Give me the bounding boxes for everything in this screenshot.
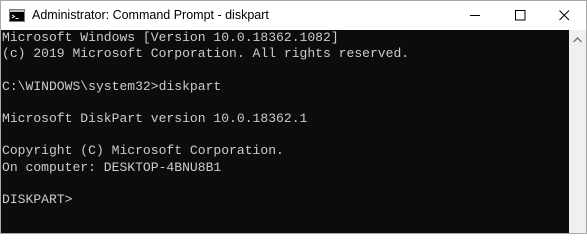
console-line: Microsoft DiskPart version 10.0.18362.1	[2, 110, 308, 126]
console-line: Microsoft Windows [Version 10.0.18362.10…	[2, 30, 339, 45]
console-line: Copyright (C) Microsoft Corporation.	[2, 143, 284, 159]
close-icon	[558, 10, 570, 21]
window-title: Administrator: Command Prompt - diskpart	[32, 8, 269, 22]
minimize-icon	[469, 10, 481, 21]
console-line: (c) 2019 Microsoft Corporation. All righ…	[2, 46, 410, 62]
close-button[interactable]	[542, 1, 586, 30]
console-line: On computer: DESKTOP-4BNU8B1	[2, 159, 222, 175]
scroll-up-button[interactable]	[569, 30, 586, 47]
maximize-button[interactable]	[498, 1, 542, 30]
maximize-icon	[514, 10, 526, 21]
command-prompt-window: Administrator: Command Prompt - diskpart…	[0, 0, 587, 234]
minimize-button[interactable]	[453, 1, 497, 30]
title-bar[interactable]: Administrator: Command Prompt - diskpart	[1, 1, 586, 30]
console-output[interactable]: Microsoft Windows [Version 10.0.18362.10…	[1, 30, 569, 233]
vertical-scrollbar[interactable]	[569, 30, 586, 233]
console-line: C:\WINDOWS\system32>diskpart	[2, 78, 222, 94]
chevron-up-icon	[573, 30, 582, 48]
console-icon[interactable]	[9, 9, 25, 22]
scrollbar-track[interactable]	[571, 47, 584, 231]
console-line: DISKPART>	[2, 191, 73, 207]
